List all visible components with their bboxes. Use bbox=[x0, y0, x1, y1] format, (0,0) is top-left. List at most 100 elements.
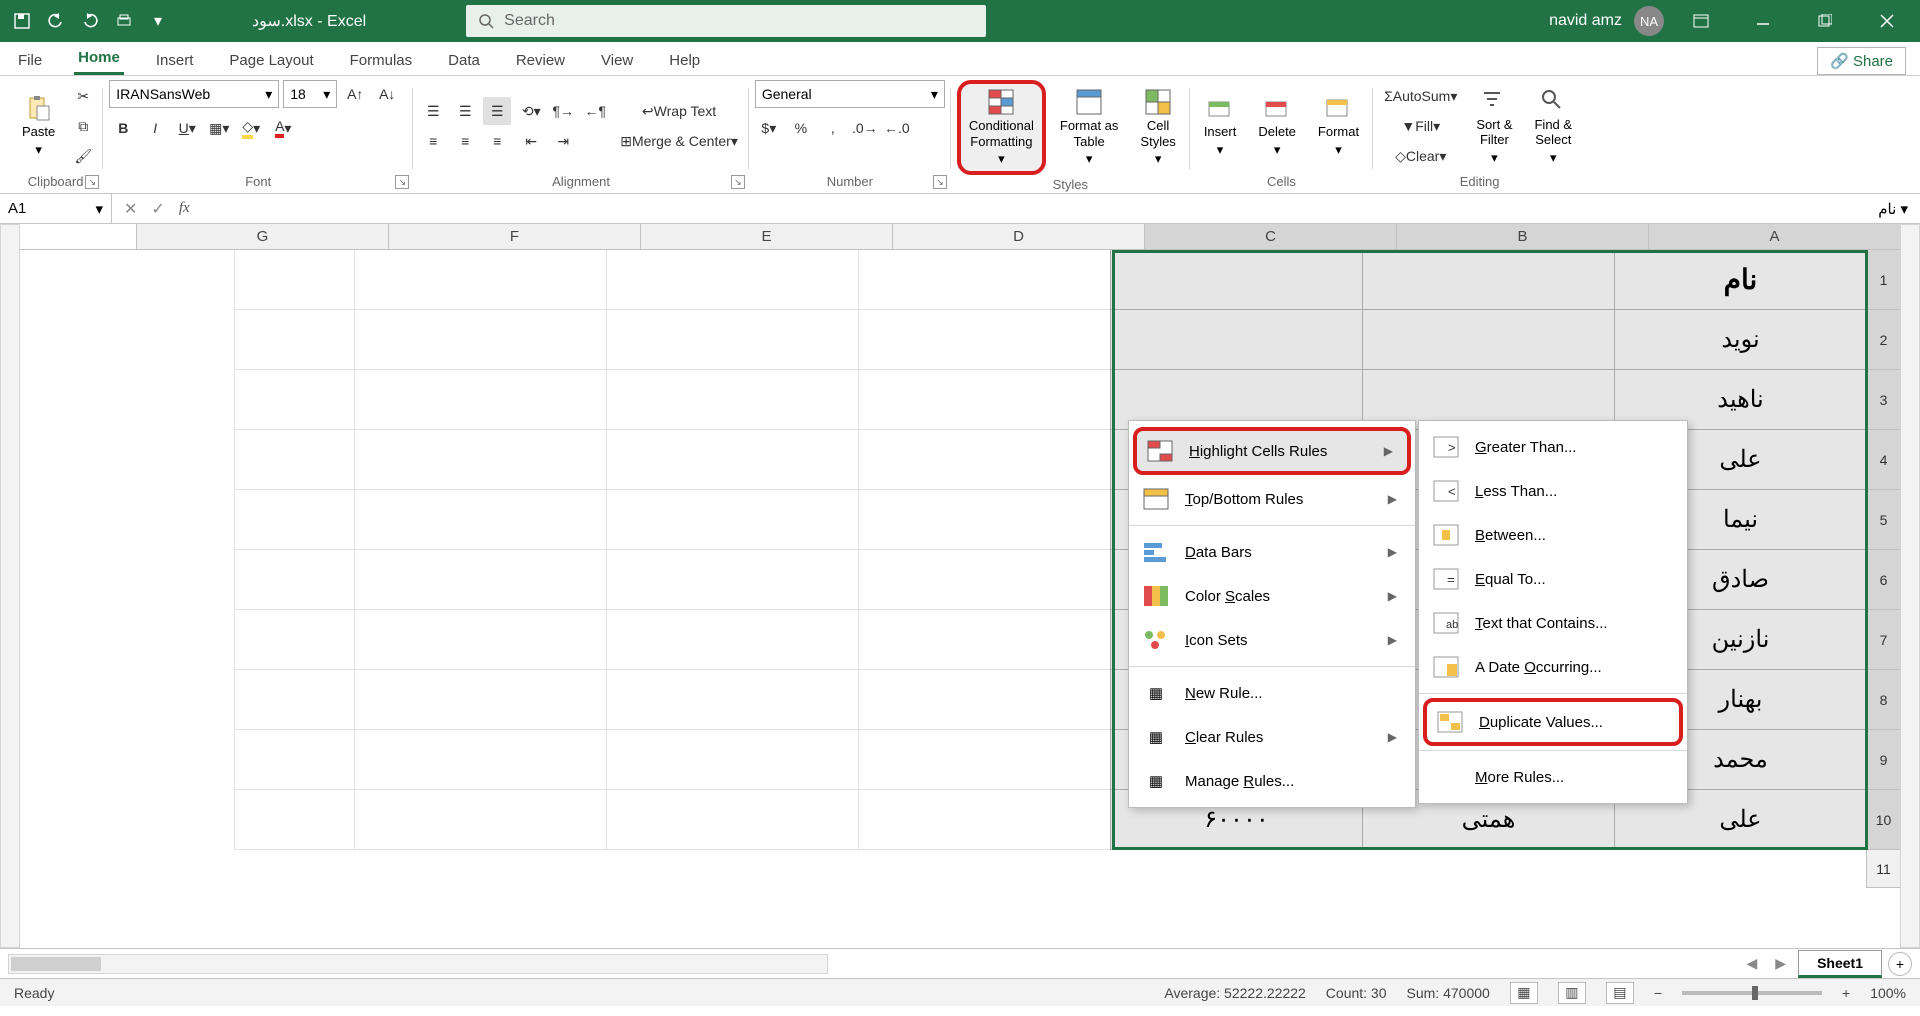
cell-styles-button[interactable]: Cell Styles▾ bbox=[1132, 84, 1183, 171]
menu-highlight-cells-rules[interactable]: Highlight Cells Rules ▶ bbox=[1133, 427, 1411, 475]
scrollbar-right[interactable] bbox=[1900, 224, 1920, 948]
borders-icon[interactable]: ▦▾ bbox=[205, 114, 233, 142]
row-header[interactable]: 10 bbox=[1866, 790, 1900, 850]
col-header-b[interactable]: B bbox=[1396, 224, 1648, 249]
percent-icon[interactable]: % bbox=[787, 114, 815, 142]
cell[interactable]: نوید bbox=[1614, 310, 1866, 370]
sheet-tab-active[interactable]: Sheet1 bbox=[1798, 950, 1882, 978]
copy-icon[interactable]: ⧉ bbox=[69, 112, 97, 140]
align-right-icon[interactable]: ≡ bbox=[483, 127, 511, 155]
align-bottom-icon[interactable]: ☰ bbox=[483, 97, 511, 125]
dialog-launcher-icon[interactable]: ↘ bbox=[395, 175, 409, 189]
row-header[interactable]: 1 bbox=[1866, 250, 1900, 310]
sheet-nav-prev-icon[interactable]: ◀ bbox=[1741, 951, 1764, 976]
conditional-formatting-button[interactable]: Conditional Formatting▾ bbox=[957, 80, 1046, 175]
cell[interactable] bbox=[1110, 310, 1362, 370]
cut-icon[interactable]: ✂ bbox=[69, 82, 97, 110]
worksheet-grid[interactable]: A B C D E F G 1 2 3 4 5 6 7 8 9 10 11 bbox=[0, 224, 1920, 948]
qat-more-icon[interactable]: ▾ bbox=[144, 7, 172, 35]
add-sheet-button[interactable]: + bbox=[1888, 952, 1912, 976]
ltr-icon[interactable]: ←¶ bbox=[581, 97, 609, 125]
row-header[interactable]: 2 bbox=[1866, 310, 1900, 370]
menu-text-contains[interactable]: abText that Contains... bbox=[1419, 601, 1687, 645]
font-size-select[interactable]: 18▾ bbox=[283, 80, 337, 108]
ribbon-display-icon[interactable] bbox=[1676, 1, 1726, 41]
currency-icon[interactable]: $▾ bbox=[755, 114, 783, 142]
menu-top-bottom-rules[interactable]: Top/Bottom Rules ▶ bbox=[1129, 477, 1415, 521]
tab-view[interactable]: View bbox=[597, 46, 637, 75]
fx-icon[interactable]: fx bbox=[179, 200, 190, 217]
wrap-text-button[interactable]: ↩ Wrap Text bbox=[615, 97, 743, 125]
row-header[interactable]: 9 bbox=[1866, 730, 1900, 790]
format-as-table-button[interactable]: Format as Table▾ bbox=[1052, 84, 1127, 171]
zoom-slider[interactable] bbox=[1682, 991, 1822, 995]
insert-cells-button[interactable]: Insert▾ bbox=[1196, 90, 1245, 161]
dialog-launcher-icon[interactable]: ↘ bbox=[731, 175, 745, 189]
sort-filter-button[interactable]: Sort & Filter▾ bbox=[1468, 83, 1520, 170]
menu-color-scales[interactable]: Color Scales ▶ bbox=[1129, 574, 1415, 618]
menu-more-rules[interactable]: More Rules... bbox=[1419, 755, 1687, 799]
underline-button[interactable]: U▾ bbox=[173, 114, 201, 142]
cell[interactable] bbox=[1362, 310, 1614, 370]
comma-icon[interactable]: , bbox=[819, 114, 847, 142]
scrollbar-left[interactable] bbox=[0, 224, 20, 948]
row-header[interactable]: 4 bbox=[1866, 430, 1900, 490]
font-color-icon[interactable]: A▾ bbox=[269, 114, 297, 142]
tab-home[interactable]: Home bbox=[74, 43, 124, 75]
tab-file[interactable]: File bbox=[14, 46, 46, 75]
menu-equal-to[interactable]: =Equal To... bbox=[1419, 557, 1687, 601]
horizontal-scrollbar[interactable] bbox=[8, 954, 828, 974]
dialog-launcher-icon[interactable]: ↘ bbox=[85, 175, 99, 189]
menu-duplicate-values[interactable]: Duplicate Values... bbox=[1423, 698, 1683, 746]
share-button[interactable]: 🔗 Share bbox=[1817, 47, 1906, 75]
orientation-icon[interactable]: ⟲▾ bbox=[517, 97, 545, 125]
view-normal-icon[interactable]: ▦ bbox=[1510, 982, 1538, 1004]
align-top-icon[interactable]: ☰ bbox=[419, 97, 447, 125]
tab-data[interactable]: Data bbox=[444, 46, 484, 75]
merge-center-button[interactable]: ⊞ Merge & Center ▾ bbox=[615, 127, 743, 155]
autosum-button[interactable]: Σ AutoSum ▾ bbox=[1379, 82, 1462, 110]
undo-icon[interactable] bbox=[42, 7, 70, 35]
cell[interactable]: نام bbox=[1614, 250, 1866, 310]
menu-manage-rules[interactable]: ▦ Manage Rules... bbox=[1129, 759, 1415, 803]
menu-date-occurring[interactable]: A Date Occurring... bbox=[1419, 645, 1687, 689]
menu-clear-rules[interactable]: ▦ Clear Rules ▶ bbox=[1129, 715, 1415, 759]
font-name-select[interactable]: IRANSansWeb▾ bbox=[109, 80, 279, 108]
decrease-indent-icon[interactable]: ⇤ bbox=[517, 127, 545, 155]
minimize-icon[interactable] bbox=[1738, 1, 1788, 41]
col-header-g[interactable]: G bbox=[136, 224, 388, 249]
number-format-select[interactable]: General▾ bbox=[755, 80, 945, 108]
tab-formulas[interactable]: Formulas bbox=[346, 46, 417, 75]
row-header[interactable]: 6 bbox=[1866, 550, 1900, 610]
format-cells-button[interactable]: Format▾ bbox=[1310, 90, 1367, 161]
tab-help[interactable]: Help bbox=[665, 46, 704, 75]
menu-new-rule[interactable]: ▦ New Rule... bbox=[1129, 671, 1415, 715]
redo-icon[interactable] bbox=[76, 7, 104, 35]
delete-cells-button[interactable]: Delete▾ bbox=[1250, 90, 1304, 161]
decrease-decimal-icon[interactable]: ←.0 bbox=[883, 114, 911, 142]
tab-review[interactable]: Review bbox=[512, 46, 569, 75]
row-header[interactable]: 5 bbox=[1866, 490, 1900, 550]
zoom-out-icon[interactable]: − bbox=[1654, 985, 1662, 1001]
search-box[interactable]: Search bbox=[466, 5, 986, 37]
col-header-d[interactable]: D bbox=[892, 224, 1144, 249]
format-painter-icon[interactable]: 🖌 bbox=[69, 142, 97, 170]
row-header[interactable]: 7 bbox=[1866, 610, 1900, 670]
cell[interactable] bbox=[1110, 250, 1362, 310]
align-middle-icon[interactable]: ☰ bbox=[451, 97, 479, 125]
row-header[interactable]: 3 bbox=[1866, 370, 1900, 430]
cancel-formula-icon[interactable]: ✕ bbox=[124, 199, 137, 219]
clear-button[interactable]: ◇ Clear ▾ bbox=[1379, 142, 1462, 170]
italic-button[interactable]: I bbox=[141, 114, 169, 142]
menu-less-than[interactable]: <Less Than... bbox=[1419, 469, 1687, 513]
view-page-layout-icon[interactable]: ▥ bbox=[1558, 982, 1586, 1004]
increase-indent-icon[interactable]: ⇥ bbox=[549, 127, 577, 155]
col-header-e[interactable]: E bbox=[640, 224, 892, 249]
row-header[interactable]: 11 bbox=[1866, 850, 1900, 888]
fill-button[interactable]: ▼ Fill ▾ bbox=[1379, 112, 1462, 140]
col-header-a[interactable]: A bbox=[1648, 224, 1900, 249]
user-avatar[interactable]: NA bbox=[1634, 6, 1664, 36]
menu-between[interactable]: Between... bbox=[1419, 513, 1687, 557]
align-center-icon[interactable]: ≡ bbox=[451, 127, 479, 155]
menu-greater-than[interactable]: >Greater Than... bbox=[1419, 425, 1687, 469]
